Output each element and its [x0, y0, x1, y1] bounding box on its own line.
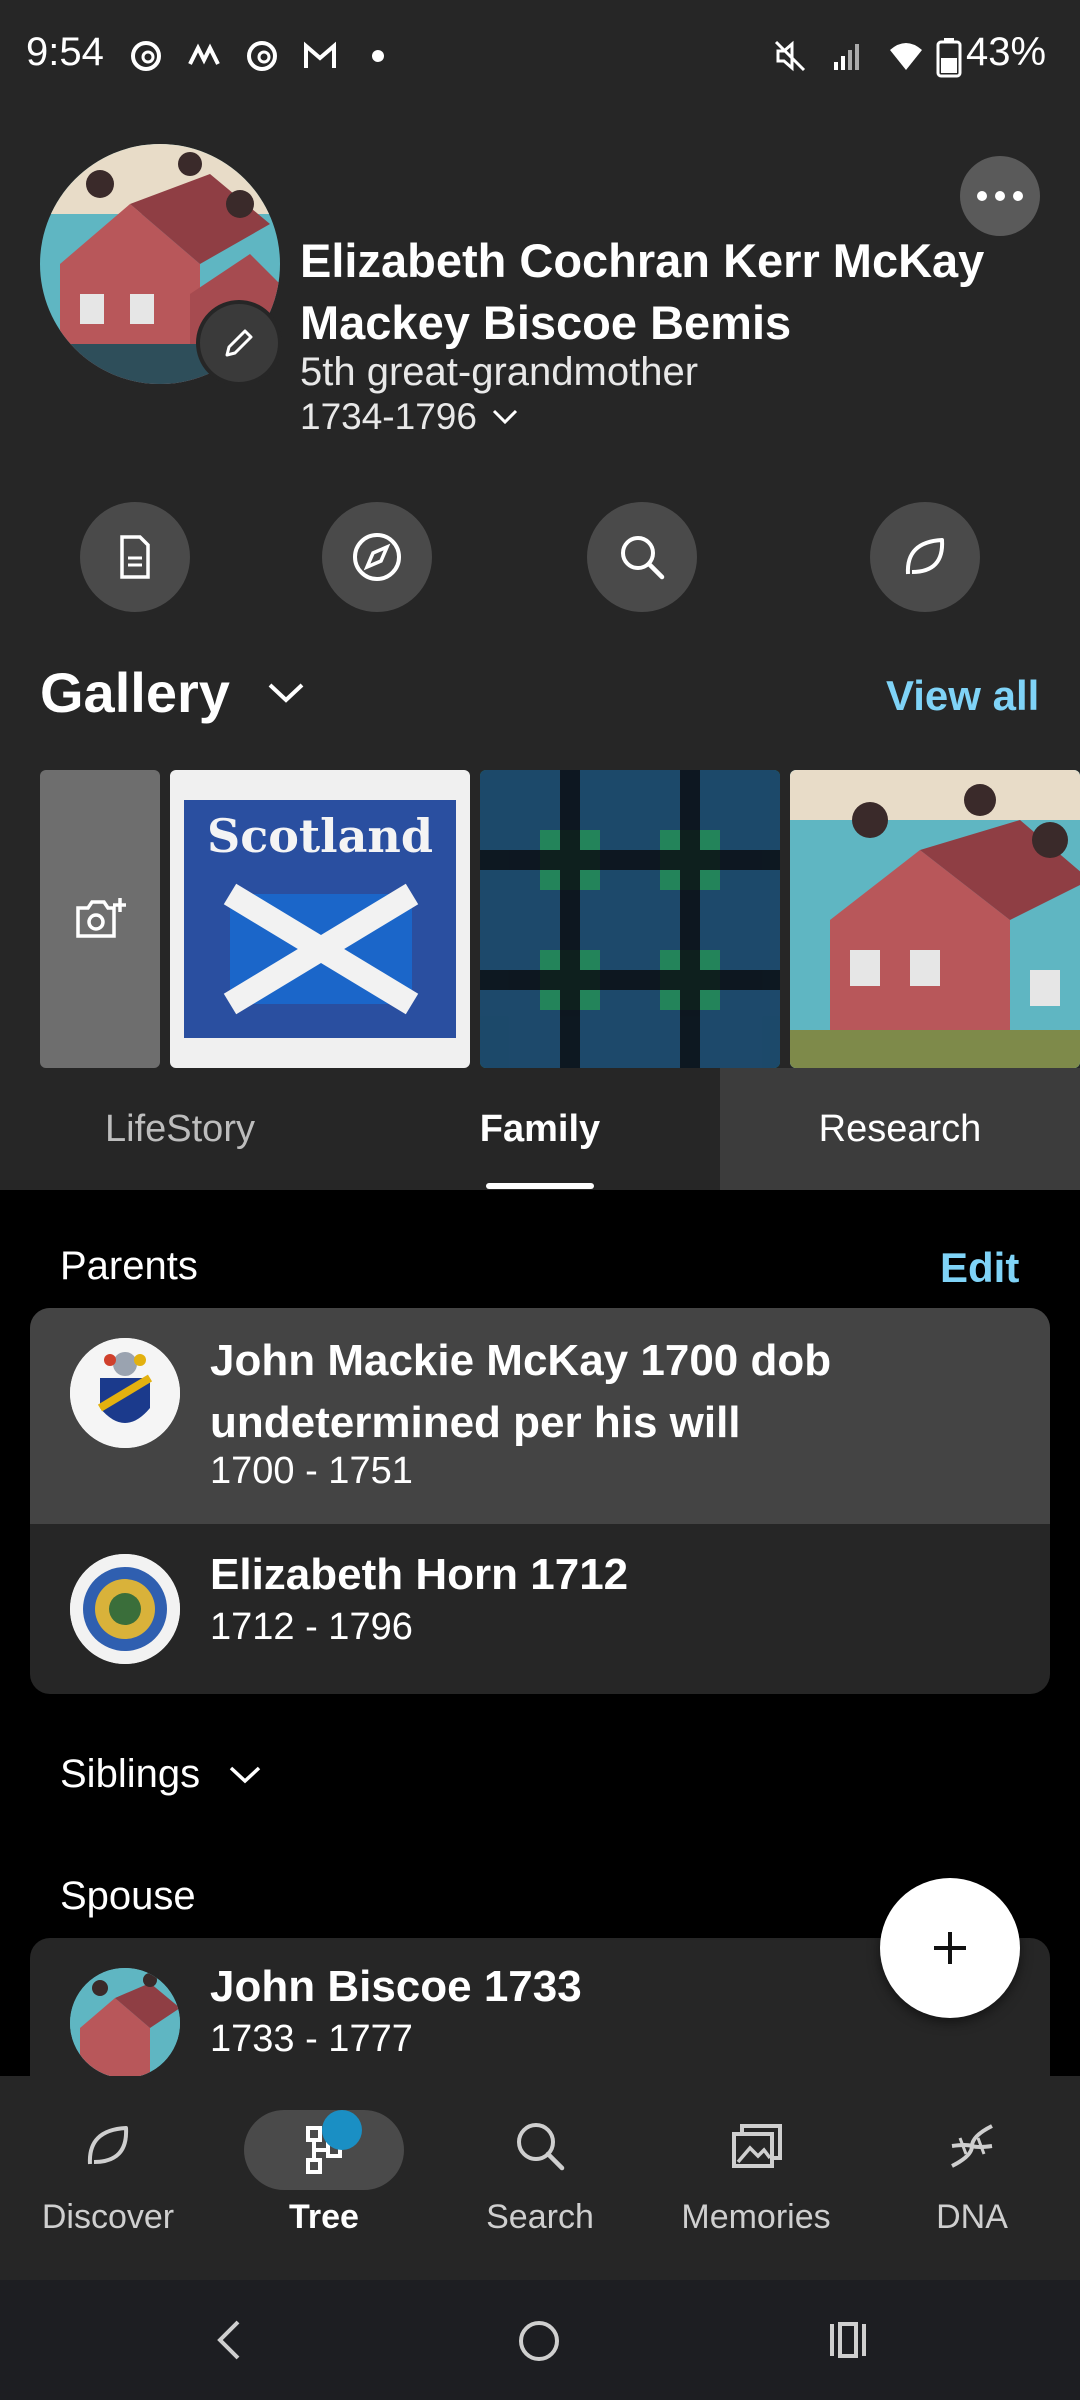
gallery-header[interactable]: Gallery [40, 660, 306, 725]
edit-parents-link[interactable]: Edit [940, 1244, 1019, 1292]
compass-icon [353, 533, 401, 581]
siblings-toggle[interactable]: Siblings [60, 1752, 262, 1797]
threads-icon [247, 41, 277, 71]
nav-discover[interactable]: Discover [0, 2076, 216, 2280]
nav-search-label: Search [486, 2198, 594, 2236]
status-time: 9:54 [26, 30, 104, 74]
tab-indicator [486, 1183, 594, 1189]
nav-dna[interactable]: DNA [864, 2076, 1080, 2280]
chevron-down-icon [229, 1766, 261, 1783]
battery-level: 43% [966, 30, 1047, 74]
leaf-icon [905, 538, 945, 575]
search-icon [621, 536, 665, 580]
gallery-photo-house[interactable] [790, 770, 1080, 1068]
gmail-icon [304, 41, 336, 68]
notification-dot [322, 2110, 362, 2150]
parent-row-father[interactable]: John Mackie McKay 1700 dob undetermined … [30, 1308, 1050, 1524]
explore-button[interactable] [322, 502, 432, 612]
home-icon[interactable] [516, 2318, 562, 2364]
status-left-icons [128, 38, 396, 74]
mother-dates: 1712 - 1796 [210, 1606, 413, 1648]
view-all-link[interactable]: View all [886, 672, 1039, 720]
document-icon [120, 535, 150, 579]
spouse-avatar [70, 1968, 180, 2076]
tab-family[interactable]: Family [360, 1068, 720, 1190]
bottom-navigation: Discover Tree Search Memories DNA [0, 2076, 1080, 2280]
life-dates[interactable]: 1734-1796 [300, 396, 519, 438]
dot-icon [372, 50, 384, 62]
dna-icon [951, 2124, 993, 2168]
siblings-label: Siblings [60, 1752, 201, 1796]
gallery-title: Gallery [40, 661, 230, 724]
father-avatar [70, 1338, 180, 1448]
nav-discover-label: Discover [41, 2198, 175, 2236]
father-name: John Mackie McKay 1700 dob undetermined … [210, 1336, 832, 1447]
recents-icon[interactable] [826, 2318, 870, 2362]
gallery-photo-tartan[interactable] [480, 770, 780, 1068]
nav-memories[interactable]: Memories [648, 2076, 864, 2280]
scotland-text: Scotland [207, 809, 433, 863]
mute-icon [774, 40, 806, 72]
messenger-icon [188, 43, 220, 65]
nav-tree-label: Tree [289, 2198, 359, 2236]
system-navigation-bar [0, 2280, 1080, 2400]
back-icon[interactable] [210, 2318, 250, 2362]
battery-icon [936, 38, 962, 78]
tab-lifestory[interactable]: LifeStory [0, 1068, 360, 1190]
father-dates: 1700 - 1751 [210, 1450, 413, 1492]
search-icon [517, 2123, 565, 2171]
more-options-button[interactable] [960, 156, 1040, 236]
chevron-down-icon [492, 409, 518, 425]
person-name: Elizabeth Cochran Kerr McKay Mackey Bisc… [300, 234, 985, 349]
plus-icon [934, 1932, 966, 1964]
add-photo-button[interactable] [40, 770, 160, 1068]
add-family-member-button[interactable] [880, 1878, 1020, 2018]
pencil-icon [225, 329, 253, 357]
spouse-label: Spouse [60, 1874, 196, 1918]
status-right-icons [772, 38, 924, 74]
hints-button[interactable] [870, 502, 980, 612]
parents-card: John Mackie McKay 1700 dob undetermined … [30, 1308, 1050, 1694]
spouse-dates: 1733 - 1777 [210, 2018, 413, 2060]
tab-research[interactable]: Research [720, 1068, 1080, 1190]
life-dates-text: 1734-1796 [300, 396, 477, 437]
add-photo-icon [76, 898, 126, 938]
facts-button[interactable] [80, 502, 190, 612]
mother-avatar [70, 1554, 180, 1664]
parents-label: Parents [60, 1244, 198, 1288]
photos-icon [732, 2124, 782, 2168]
nav-search[interactable]: Search [432, 2076, 648, 2280]
leaf-icon [87, 2126, 129, 2165]
nav-memories-label: Memories [681, 2198, 831, 2236]
gallery-photo-scotland[interactable]: Scotland [170, 770, 470, 1068]
nav-dna-label: DNA [936, 2198, 1008, 2236]
more-icon [977, 191, 1023, 201]
wifi-icon [890, 43, 922, 70]
mother-name: Elizabeth Horn 1712 [210, 1550, 629, 1599]
threads-icon [131, 41, 161, 71]
edit-photo-button[interactable] [196, 300, 282, 386]
relationship: 5th great-grandmother [300, 350, 699, 394]
signal-icon [834, 44, 859, 70]
parent-row-mother[interactable]: Elizabeth Horn 1712 1712 - 1796 [30, 1524, 1050, 1694]
search-records-button[interactable] [587, 502, 697, 612]
nav-tree[interactable]: Tree [216, 2076, 432, 2280]
chevron-down-icon [268, 683, 304, 703]
